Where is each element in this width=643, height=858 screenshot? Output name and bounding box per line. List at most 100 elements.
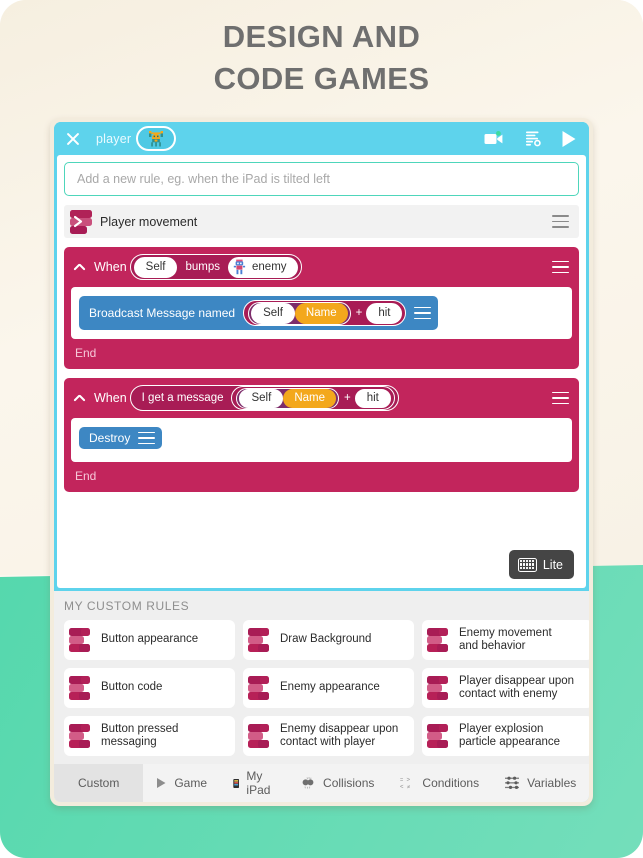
condition-capsule[interactable]: I get a message Self Name + hit xyxy=(129,385,399,411)
conditions-icon: = > < ≠ xyxy=(400,777,411,790)
message-capsule[interactable]: Self Name + hit xyxy=(243,300,407,326)
action-label: Destroy xyxy=(89,431,131,445)
list-item-label: Player explosion particle appearance xyxy=(459,722,561,749)
message-name-group[interactable]: Self Name xyxy=(248,301,351,325)
tab-game[interactable]: Game xyxy=(143,764,220,802)
tab-game-label: Game xyxy=(174,776,208,790)
list-item[interactable]: Player disappear upon contact with enemy xyxy=(422,668,589,708)
custom-rule-icon xyxy=(248,627,274,653)
keyboard-icon xyxy=(517,557,537,572)
list-item[interactable]: Button code xyxy=(64,668,235,708)
close-icon[interactable] xyxy=(64,130,82,148)
rule-group-title: Player movement xyxy=(100,214,198,229)
action-block-destroy[interactable]: Destroy xyxy=(79,427,163,449)
hamburger-menu-icon[interactable] xyxy=(552,215,569,228)
rule-menu-icon[interactable] xyxy=(552,391,569,405)
condition-verb-label: bumps xyxy=(185,261,221,273)
when-label: When xyxy=(94,260,127,274)
rule-when-row: When I get a message Self Name + hit xyxy=(64,378,579,418)
rule-card: When Self bumps enemy Broadcast Message … xyxy=(64,247,579,369)
headline-line-1: DESIGN AND xyxy=(222,19,421,54)
new-rule-input[interactable]: Add a new rule, eg. when the iPad is til… xyxy=(64,162,579,196)
message-capsule[interactable]: Self Name + hit xyxy=(231,386,395,410)
list-item-label: Enemy movement and behavior xyxy=(459,626,552,653)
custom-rule-icon xyxy=(427,723,453,749)
message-name-group[interactable]: Self Name xyxy=(236,387,339,409)
custom-rule-icon xyxy=(427,675,453,701)
app-screenshot: DESIGN AND CODE GAMES player Add a new r… xyxy=(0,0,643,858)
condition-capsule[interactable]: Self bumps enemy xyxy=(129,254,302,280)
condition-text-label: I get a message xyxy=(141,392,224,404)
custom-rule-icon xyxy=(69,675,95,701)
rule-body: Destroy xyxy=(71,418,572,462)
rule-card: When I get a message Self Name + hit Des… xyxy=(64,378,579,492)
when-label: When xyxy=(94,391,127,405)
chevron-up-icon[interactable] xyxy=(73,263,86,271)
chevron-up-icon[interactable] xyxy=(73,394,86,402)
tab-custom[interactable]: Custom xyxy=(54,764,144,802)
condition-subject-token[interactable]: Self xyxy=(133,256,178,278)
list-item-label: Button code xyxy=(101,681,163,694)
message-self-token[interactable]: Self xyxy=(251,302,295,324)
tab-conditions[interactable]: = > < ≠ Conditions xyxy=(387,764,492,802)
tab-custom-label: Custom xyxy=(78,776,120,790)
list-item-label: Enemy disappear upon contact with player xyxy=(280,722,399,749)
rule-body: Broadcast Message named Self Name + hit xyxy=(71,287,572,339)
list-item[interactable]: Enemy movement and behavior xyxy=(422,620,589,660)
message-name-token[interactable]: Name xyxy=(294,302,348,324)
concat-operator: + xyxy=(344,392,351,404)
object-name-label: player xyxy=(96,131,132,146)
custom-rule-icon xyxy=(69,627,95,653)
ipad-screen: player Add a new rule, eg. when the iPad… xyxy=(54,122,589,802)
list-item-label: Player disappear upon contact with enemy xyxy=(459,674,575,701)
custom-rule-icon xyxy=(248,675,274,701)
concat-operator: + xyxy=(355,307,363,319)
svg-text:<: < xyxy=(400,785,404,790)
rule-end-label: End xyxy=(75,469,97,483)
video-record-icon[interactable] xyxy=(484,130,506,147)
list-item-label: Button appearance xyxy=(101,633,199,646)
headline-line-2: CODE GAMES xyxy=(213,61,430,96)
action-menu-icon[interactable] xyxy=(138,431,156,445)
message-text-token[interactable]: hit xyxy=(366,302,403,324)
list-item[interactable]: Enemy appearance xyxy=(243,668,414,708)
action-label: Broadcast Message named xyxy=(89,306,236,320)
tab-my-ipad-label: My iPad xyxy=(246,769,271,797)
rule-when-row: When Self bumps enemy xyxy=(64,247,579,287)
ipad-device-frame: player Add a new rule, eg. when the iPad… xyxy=(50,118,593,806)
toolbar-actions xyxy=(484,130,577,148)
rule-menu-icon[interactable] xyxy=(552,260,569,274)
svg-text:≠: ≠ xyxy=(407,785,410,790)
rule-group-header[interactable]: Player movement xyxy=(64,205,579,238)
list-item[interactable]: Button pressed messaging xyxy=(64,716,235,756)
object-sprite-chip[interactable] xyxy=(136,126,177,151)
action-block-broadcast[interactable]: Broadcast Message named Self Name + hit xyxy=(79,296,439,330)
script-list-icon[interactable] xyxy=(525,130,542,147)
message-text-token[interactable]: hit xyxy=(354,388,391,408)
library-grid: Button appearance Draw Background Enemy … xyxy=(64,620,589,756)
list-item-label: Enemy appearance xyxy=(280,681,380,694)
tab-my-ipad[interactable]: My iPad xyxy=(220,764,287,802)
list-item[interactable]: Draw Background xyxy=(243,620,414,660)
list-item[interactable]: Enemy disappear upon contact with player xyxy=(243,716,414,756)
play-icon[interactable] xyxy=(561,130,577,148)
custom-rule-arrow-icon xyxy=(70,209,96,235)
lite-badge[interactable]: Lite xyxy=(508,550,574,579)
list-item[interactable]: Player explosion particle appearance xyxy=(422,716,589,756)
lite-badge-label: Lite xyxy=(542,557,563,572)
tab-collisions[interactable]: Collisions xyxy=(287,764,387,802)
custom-rule-icon xyxy=(248,723,274,749)
message-name-token[interactable]: Name xyxy=(283,388,336,408)
condition-object-token[interactable]: enemy xyxy=(228,256,298,278)
tab-variables[interactable]: Variables xyxy=(492,764,589,802)
library-title: MY CUSTOM RULES xyxy=(64,599,190,613)
action-menu-icon[interactable] xyxy=(414,306,432,320)
message-self-token[interactable]: Self xyxy=(239,388,284,408)
tab-variables-label: Variables xyxy=(527,776,577,790)
tab-collisions-label: Collisions xyxy=(323,776,375,790)
list-item[interactable]: Button appearance xyxy=(64,620,235,660)
custom-rule-icon xyxy=(427,627,453,653)
svg-text:>: > xyxy=(407,777,411,783)
rule-end-label: End xyxy=(75,346,97,360)
rules-canvas: Add a new rule, eg. when the iPad is til… xyxy=(57,155,586,588)
